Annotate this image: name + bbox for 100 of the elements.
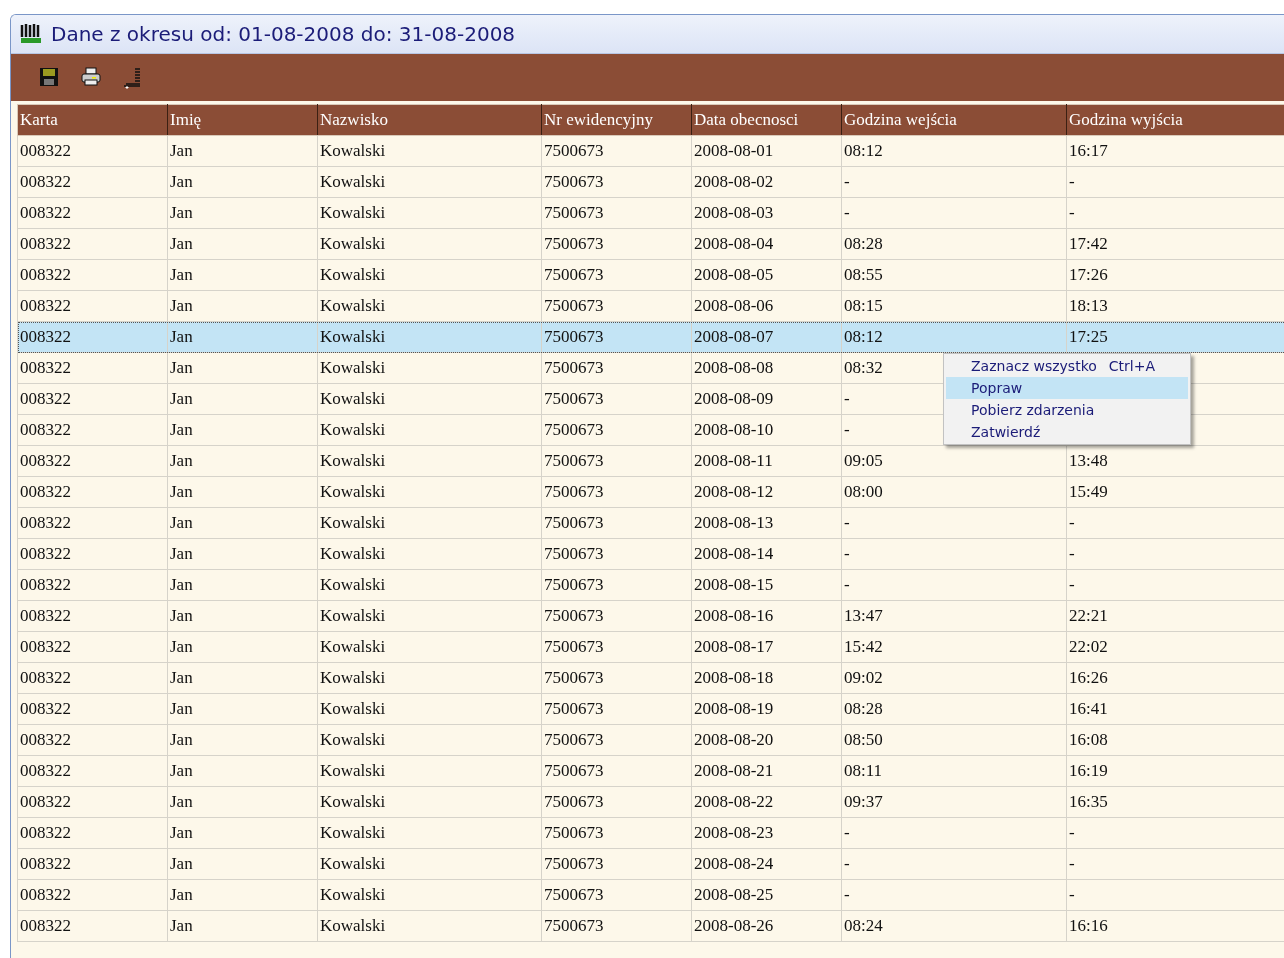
table-cell: 2008-08-10 [691, 414, 842, 446]
table-cell: 2008-08-26 [691, 910, 842, 942]
table-cell: 2008-08-25 [691, 879, 842, 911]
table-cell: 2008-08-05 [691, 259, 842, 291]
table-cell: 7500673 [541, 569, 692, 601]
table-cell: 2008-08-21 [691, 755, 842, 787]
table-cell: 7500673 [541, 135, 692, 167]
table-cell: Jan [167, 321, 318, 353]
table-cell: 2008-08-14 [691, 538, 842, 570]
table-cell: Kowalski [317, 414, 542, 446]
table-row[interactable]: 008322 Jan Kowalski 7500673 2008-08-02 - - [17, 166, 1284, 198]
table-cell: Jan [167, 755, 318, 787]
table-row[interactable]: 008322 Jan Kowalski 7500673 2008-08-11 09:05 13:48 [17, 445, 1284, 477]
table-cell: 2008-08-03 [691, 197, 842, 229]
table-cell: Kowalski [317, 321, 542, 353]
column-header[interactable]: Nr ewidencyjny [541, 104, 692, 136]
table-cell: 7500673 [541, 631, 692, 663]
table-row[interactable]: 008322 Jan Kowalski 7500673 2008-08-25 - - [17, 879, 1284, 911]
table-cell: Jan [167, 848, 318, 880]
table-row[interactable]: 008322 Jan Kowalski 7500673 2008-08-19 08:28 16:41 [17, 693, 1284, 725]
table-cell: 7500673 [541, 910, 692, 942]
table-row[interactable]: 008322 Jan Kowalski 7500673 2008-08-17 15:42 22:02 [17, 631, 1284, 663]
table-cell: Kowalski [317, 724, 542, 756]
table-cell: 008322 [17, 507, 168, 539]
table-cell: 2008-08-08 [691, 352, 842, 384]
column-header[interactable]: Nazwisko [317, 104, 542, 136]
column-header[interactable]: Data obecnosci [691, 104, 842, 136]
column-header[interactable]: Imię [167, 104, 318, 136]
table-row[interactable]: 008322 Jan Kowalski 7500673 2008-08-06 08:15 18:13 [17, 290, 1284, 322]
table-cell: 008322 [17, 135, 168, 167]
table-row[interactable]: 008322 Jan Kowalski 7500673 2008-08-13 - - [17, 507, 1284, 539]
table-cell: 7500673 [541, 879, 692, 911]
table-cell: 2008-08-17 [691, 631, 842, 663]
table-row[interactable]: 008322 Jan Kowalski 7500673 2008-08-18 09:02 16:26 [17, 662, 1284, 694]
table-cell: Kowalski [317, 848, 542, 880]
table-cell: 2008-08-06 [691, 290, 842, 322]
table-row[interactable]: 008322 Jan Kowalski 7500673 2008-08-15 - - [17, 569, 1284, 601]
column-header[interactable]: Godzina wyjścia [1066, 104, 1284, 136]
table-cell: 2008-08-24 [691, 848, 842, 880]
table-cell: Kowalski [317, 879, 542, 911]
table-cell: 7500673 [541, 507, 692, 539]
table-cell: Jan [167, 445, 318, 477]
table-row[interactable]: 008322 Jan Kowalski 7500673 2008-08-23 - - [17, 817, 1284, 849]
table-cell: 2008-08-04 [691, 228, 842, 260]
table-cell: Kowalski [317, 290, 542, 322]
table-cell: Jan [167, 259, 318, 291]
table-cell: 008322 [17, 631, 168, 663]
table-cell: 09:02 [841, 662, 1067, 694]
table-row[interactable]: 008322 Jan Kowalski 7500673 2008-08-07 08:12 17:25 [17, 321, 1284, 353]
table-cell: Jan [167, 197, 318, 229]
menu-item[interactable]: Popraw [946, 377, 1188, 399]
table-cell: 08:55 [841, 259, 1067, 291]
table-cell: 2008-08-07 [691, 321, 842, 353]
sort-lines-icon [123, 66, 143, 89]
table-cell: 08:28 [841, 228, 1067, 260]
table-row[interactable]: 008322 Jan Kowalski 7500673 2008-08-14 - - [17, 538, 1284, 570]
table-cell: 7500673 [541, 197, 692, 229]
table-cell: 08:12 [841, 321, 1067, 353]
table-cell: 7500673 [541, 476, 692, 508]
table-cell: 008322 [17, 197, 168, 229]
table-cell: 08:11 [841, 755, 1067, 787]
table-cell: 08:28 [841, 693, 1067, 725]
table-cell: Kowalski [317, 538, 542, 570]
table-cell: Kowalski [317, 507, 542, 539]
table-cell: Kowalski [317, 693, 542, 725]
table-cell: Kowalski [317, 755, 542, 787]
table-cell: 08:50 [841, 724, 1067, 756]
table-cell: 7500673 [541, 259, 692, 291]
table-row[interactable]: 008322 Jan Kowalski 7500673 2008-08-05 08:55 17:26 [17, 259, 1284, 291]
table-cell: 008322 [17, 259, 168, 291]
table-cell: - [841, 507, 1067, 539]
table-cell: Kowalski [317, 228, 542, 260]
table-cell: Jan [167, 910, 318, 942]
table-row[interactable]: 008322 Jan Kowalski 7500673 2008-08-12 08:00 15:49 [17, 476, 1284, 508]
table-cell: Jan [167, 817, 318, 849]
table-cell: 008322 [17, 166, 168, 198]
table-cell: Jan [167, 569, 318, 601]
table-row[interactable]: 008322 Jan Kowalski 7500673 2008-08-21 08:11 16:19 [17, 755, 1284, 787]
table-row[interactable]: 008322 Jan Kowalski 7500673 2008-08-22 09:37 16:35 [17, 786, 1284, 818]
table-cell: 7500673 [541, 228, 692, 260]
menu-item-label: Zatwierdź [971, 424, 1041, 440]
table-row[interactable]: 008322 Jan Kowalski 7500673 2008-08-20 08:50 16:08 [17, 724, 1284, 756]
table-cell: Jan [167, 507, 318, 539]
table-row[interactable]: 008322 Jan Kowalski 7500673 2008-08-24 - - [17, 848, 1284, 880]
table-cell: 008322 [17, 538, 168, 570]
table-row[interactable]: 008322 Jan Kowalski 7500673 2008-08-01 08:12 16:17 [17, 135, 1284, 167]
table-row[interactable]: 008322 Jan Kowalski 7500673 2008-08-03 - - [17, 197, 1284, 229]
table-cell: 2008-08-22 [691, 786, 842, 818]
table-cell: - [841, 538, 1067, 570]
table-cell: Kowalski [317, 910, 542, 942]
column-header[interactable]: Karta [17, 104, 168, 136]
table-cell: 008322 [17, 600, 168, 632]
table-row[interactable]: 008322 Jan Kowalski 7500673 2008-08-26 08:24 16:16 [17, 910, 1284, 942]
table-row[interactable]: 008322 Jan Kowalski 7500673 2008-08-04 08:28 17:42 [17, 228, 1284, 260]
table-cell: 008322 [17, 352, 168, 384]
table-cell: 008322 [17, 569, 168, 601]
column-header[interactable]: Godzina wejścia [841, 104, 1067, 136]
table-cell: Jan [167, 290, 318, 322]
table-row[interactable]: 008322 Jan Kowalski 7500673 2008-08-16 13:47 22:21 [17, 600, 1284, 632]
table-cell: Jan [167, 414, 318, 446]
